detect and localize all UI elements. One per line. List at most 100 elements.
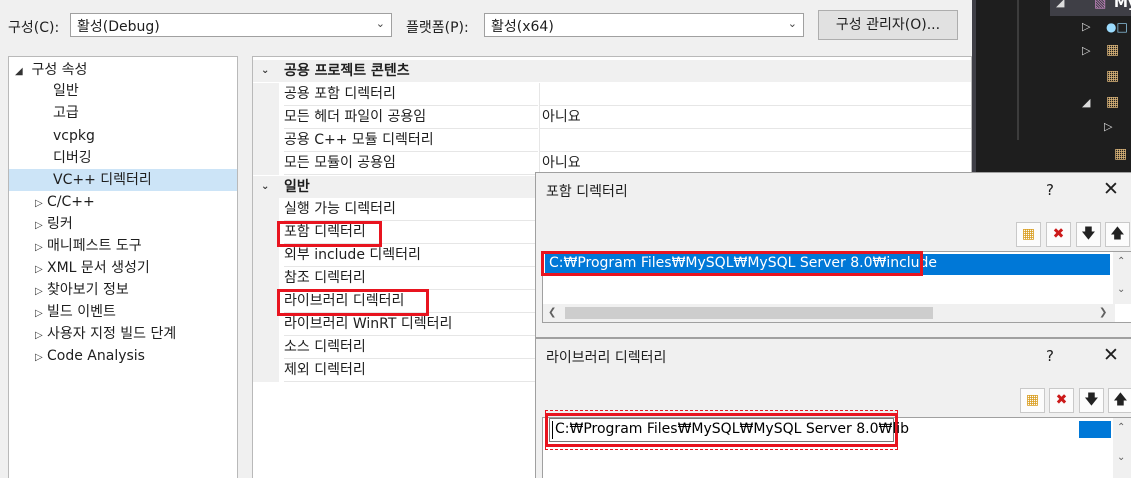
chevron-left-icon[interactable]: ❮ (548, 307, 556, 318)
expand-right-icon: ▷ (35, 198, 43, 209)
platform-combo[interactable]: 활성(x64) ⌄ (484, 13, 804, 37)
property-row[interactable]: 공용 C++ 모듈 디렉터리 (253, 129, 971, 152)
delete-icon: ✖ (1055, 392, 1068, 408)
category-label: 공용 프로젝트 콘텐츠 (284, 63, 410, 79)
chevron-right-icon[interactable]: ❯ (1099, 307, 1107, 318)
expand-right-icon: ▷ (35, 286, 43, 297)
delete-icon: ✖ (1052, 226, 1065, 242)
tree-item-label: C/C++ (47, 194, 95, 210)
tree-item-cpp[interactable]: ▷ C/C++ (35, 191, 95, 213)
chevron-up-icon[interactable]: ⌃ (1117, 256, 1125, 267)
new-line-button[interactable]: ▦ (1016, 222, 1041, 247)
library-path-entry[interactable]: C:₩Program Files₩MySQL₩MySQL Server 8.0₩… (555, 421, 909, 437)
property-name: 라이브러리 WinRT 디렉터리 (284, 313, 538, 336)
close-button[interactable]: ✕ (1103, 178, 1119, 200)
references-icon: ●□ (1106, 20, 1128, 34)
property-value[interactable] (539, 83, 971, 106)
chevron-down-icon[interactable]: ⌄ (1117, 284, 1125, 295)
expand-down-icon[interactable]: ◢ (1082, 96, 1090, 109)
highlight-box-library (277, 289, 429, 316)
delete-button[interactable]: ✖ (1049, 388, 1074, 413)
expand-right-icon: ▷ (35, 352, 43, 363)
property-name: 실행 가능 디렉터리 (284, 198, 538, 221)
config-combo[interactable]: 활성(Debug) ⌄ (70, 13, 392, 37)
config-manager-button[interactable]: 구성 관리자(O)... (818, 10, 958, 40)
tree-item-label: VC++ 디렉터리 (53, 172, 152, 188)
move-down-button[interactable]: 🡇 (1076, 222, 1101, 247)
expand-right-icon: ▷ (35, 308, 43, 319)
tree-item-custom-build-step[interactable]: ▷ 사용자 지정 빌드 단계 (35, 323, 176, 345)
tree-item-label: 빌드 이벤트 (47, 304, 116, 320)
expand-right-icon[interactable]: ▷ (1082, 44, 1090, 57)
tree-item-code-analysis[interactable]: ▷ Code Analysis (35, 345, 145, 367)
tree-item-label: 사용자 지정 빌드 단계 (47, 326, 177, 342)
tree-root[interactable]: ◢ 구성 속성 (15, 59, 87, 81)
tree-item-build-events[interactable]: ▷ 빌드 이벤트 (35, 301, 116, 323)
tree-item-vc-directories[interactable]: VC++ 디렉터리 (9, 169, 237, 191)
arrow-up-icon: 🡅 (1110, 226, 1125, 242)
property-name: 참조 디렉터리 (284, 267, 538, 290)
move-up-button[interactable]: 🡅 (1108, 388, 1131, 413)
property-tree: ◢ 구성 속성 일반 고급 vcpkg 디버깅 VC++ 디렉터리 ▷ C/C++… (8, 56, 238, 478)
tree-item-debugging[interactable]: 디버깅 (53, 147, 92, 169)
delete-button[interactable]: ✖ (1046, 222, 1071, 247)
chevron-up-icon[interactable]: ⌃ (1117, 422, 1125, 433)
chevron-down-icon: ⌄ (787, 17, 797, 30)
property-row[interactable]: 공용 포함 디렉터리 (253, 83, 971, 106)
expand-right-icon[interactable]: ▷ (1104, 120, 1112, 133)
expand-down-icon: ◢ (15, 66, 23, 77)
property-name: 공용 포함 디렉터리 (284, 83, 538, 106)
tree-item-label: 디버깅 (53, 150, 92, 166)
tree-item-label: 매니페스트 도구 (47, 238, 142, 254)
help-button[interactable]: ? (1046, 347, 1054, 365)
scrollbar-thumb[interactable] (565, 307, 933, 319)
chevron-down-icon: ⌄ (375, 17, 385, 30)
category-public-project-content[interactable]: ⌄ 공용 프로젝트 콘텐츠 (253, 60, 971, 82)
property-row[interactable]: 모든 헤더 파일이 공용임 아니요 (253, 106, 971, 129)
vertical-scrollbar[interactable]: ⌃ ⌄ (1113, 418, 1131, 478)
expand-right-icon[interactable]: ▷ (1082, 20, 1090, 33)
library-path-input[interactable]: C:₩Program Files₩MySQL₩MySQL Server 8.0₩… (549, 418, 909, 442)
move-up-button[interactable]: 🡅 (1105, 222, 1130, 247)
tree-item-manifest-tool[interactable]: ▷ 매니페스트 도구 (35, 235, 142, 257)
tree-item-xml-doc-generator[interactable]: ▷ XML 문서 생성기 (35, 257, 150, 279)
folder-icon: ▦ (1106, 42, 1120, 58)
arrow-up-icon: 🡅 (1113, 392, 1128, 408)
tree-item-label: 일반 (53, 83, 79, 99)
filter-folder-icon: ▦ (1106, 68, 1120, 84)
arrow-down-icon: 🡇 (1081, 226, 1096, 242)
tree-item-label: vcpkg (53, 128, 95, 144)
property-value[interactable] (539, 129, 971, 152)
text-caret (552, 421, 553, 439)
include-directories-dialog: 포함 디렉터리 ? ✕ ▦ ✖ 🡇 🡅 C:₩Program Files₩MyS… (535, 172, 1131, 338)
vertical-scrollbar[interactable]: ⌃ ⌄ (1113, 252, 1131, 304)
category-label: 일반 (284, 179, 310, 195)
property-name: 소스 디렉터리 (284, 336, 538, 359)
chevron-down-icon[interactable]: ⌄ (1117, 452, 1125, 463)
tree-item-linker[interactable]: ▷ 링커 (35, 213, 73, 235)
new-line-button[interactable]: ▦ (1020, 388, 1045, 413)
config-label: 구성(C): (8, 20, 60, 36)
tree-item-browse-info[interactable]: ▷ 찾아보기 정보 (35, 279, 129, 301)
close-button[interactable]: ✕ (1103, 344, 1119, 366)
platform-label: 플랫폼(P): (406, 20, 469, 36)
config-combo-value: 활성(Debug) (77, 19, 160, 35)
property-value[interactable]: 아니요 (539, 106, 971, 129)
tree-item-general[interactable]: 일반 (53, 80, 79, 102)
tree-item-label: Code Analysis (47, 348, 145, 364)
horizontal-scrollbar[interactable]: ❮ ❯ (543, 304, 1115, 322)
property-name: 외부 include 디렉터리 (284, 244, 538, 267)
new-folder-icon: ▦ (1021, 226, 1036, 242)
help-button[interactable]: ? (1046, 181, 1054, 199)
tree-item-label: XML 문서 생성기 (47, 260, 150, 276)
property-name: 모든 모듈이 공용임 (284, 152, 538, 175)
dialog-title: 라이브러리 디렉터리 (546, 350, 667, 366)
tree-item-advanced[interactable]: 고급 (53, 102, 79, 124)
triangle-icon: ◢ (1056, 0, 1065, 9)
library-directories-dialog: 라이브러리 디렉터리 ? ✕ ▦ ✖ 🡇 🡅 ⌃ ⌄ C:₩Program Fi… (535, 338, 1131, 478)
list-item-selected[interactable] (1079, 421, 1111, 438)
collapse-icon: ⌄ (261, 65, 270, 76)
move-down-button[interactable]: 🡇 (1079, 388, 1104, 413)
tree-item-vcpkg[interactable]: vcpkg (53, 125, 95, 147)
arrow-down-icon: 🡇 (1084, 392, 1099, 408)
